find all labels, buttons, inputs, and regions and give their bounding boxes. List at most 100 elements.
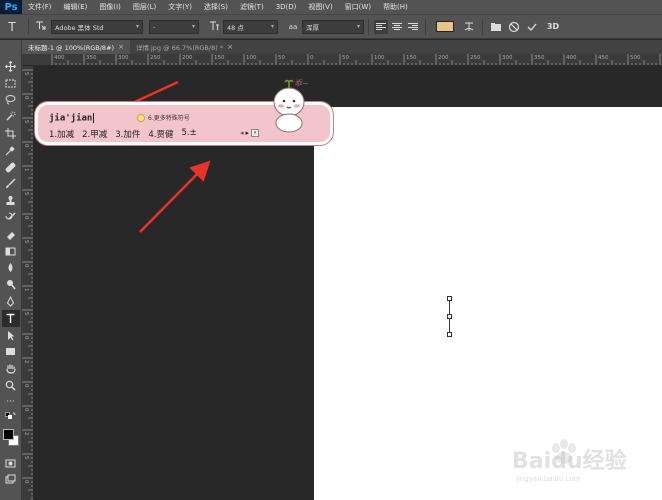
warp-text-icon[interactable]	[462, 20, 476, 34]
foreground-color-swatch[interactable]	[2, 428, 14, 440]
quick-mask-icon[interactable]	[2, 455, 20, 472]
ruler-label: 5	[23, 192, 29, 196]
antialias-select[interactable]: 浑厚 ▾	[302, 19, 364, 34]
text-orientation-icon[interactable]	[33, 20, 47, 34]
ruler-label: 0	[23, 384, 29, 388]
default-colors-icon[interactable]	[2, 411, 20, 423]
ruler-label: 1	[23, 288, 29, 292]
ruler-label: 150	[214, 55, 225, 61]
prev-page-icon[interactable]: ◂	[240, 129, 244, 137]
dodge-tool-icon[interactable]	[2, 276, 20, 293]
horizontal-ruler: 400 350 300 250 200 150 100 50 0 50 100 150 200 250 30…	[22, 54, 662, 66]
clone-stamp-tool-icon[interactable]	[2, 192, 20, 209]
ruler-label: 100	[374, 55, 385, 61]
watermark-text: Baidu经验	[512, 449, 627, 474]
type-tool-preset-icon[interactable]: T	[0, 20, 24, 34]
marquee-tool-icon[interactable]	[2, 75, 20, 92]
menu-type[interactable]: 文字(Y)	[162, 2, 198, 12]
healing-brush-tool-icon[interactable]	[2, 159, 20, 176]
divider	[368, 18, 369, 35]
divider	[425, 18, 426, 35]
ime-candidate[interactable]: 2.甲减	[82, 128, 107, 140]
mascot-text: 乖~	[294, 79, 309, 88]
menu-file[interactable]: 文件(F)	[22, 2, 58, 12]
ruler-label: 0	[23, 264, 29, 268]
font-family-value: Adobe 黑体 Std	[55, 23, 104, 32]
menu-help[interactable]: 帮助(H)	[377, 2, 414, 12]
ruler-label: 50	[342, 55, 349, 61]
ruler-label: 200	[438, 55, 449, 61]
blur-tool-icon[interactable]	[2, 260, 20, 277]
menu-view[interactable]: 视图(V)	[302, 2, 338, 12]
3d-icon[interactable]: 3D	[543, 20, 563, 34]
expand-candidates-icon[interactable]: ▾	[251, 129, 260, 137]
ruler-label: 0	[23, 408, 29, 412]
align-right-button[interactable]	[406, 20, 420, 34]
align-center-button[interactable]	[390, 20, 404, 34]
type-tool-icon[interactable]	[1, 309, 20, 327]
brush-tool-icon[interactable]	[2, 176, 20, 193]
ruler-label: 0	[23, 216, 29, 220]
font-family-select[interactable]: Adobe 黑体 Std ▾	[51, 19, 143, 34]
menu-layer[interactable]: 图层(L)	[127, 2, 162, 12]
ime-candidate[interactable]: 3.加件	[115, 128, 140, 140]
text-insertion-cursor[interactable]	[447, 296, 453, 337]
font-style-select[interactable]: - ▾	[149, 19, 199, 34]
menu-filter[interactable]: 滤镜(T)	[234, 2, 270, 12]
ruler-label: 400	[566, 55, 577, 61]
gradient-tool-icon[interactable]	[2, 243, 20, 260]
handle-top[interactable]	[447, 296, 452, 301]
watermark-subtext: jingyan.baidu.com	[516, 475, 581, 483]
character-panel-icon[interactable]	[489, 20, 503, 34]
eyedropper-tool-icon[interactable]	[2, 142, 20, 159]
ruler-label: 450	[598, 55, 609, 61]
path-selection-tool-icon[interactable]	[2, 327, 20, 344]
ruler-label: 0	[23, 144, 29, 148]
crop-tool-icon[interactable]	[2, 125, 20, 142]
menu-edit[interactable]: 编辑(E)	[58, 2, 94, 12]
menu-window[interactable]: 窗口(W)	[339, 2, 377, 12]
menu-select[interactable]: 选择(S)	[198, 2, 234, 12]
ime-candidate[interactable]: 1.加减	[49, 128, 74, 140]
close-icon[interactable]: ×	[118, 43, 124, 51]
vertical-ruler: 5 0 5 0 1 5 0 5 0 1 5 0 2 0 0 2 5 0	[22, 66, 34, 500]
close-icon[interactable]: ×	[227, 43, 233, 51]
menu-image[interactable]: 图像(I)	[93, 2, 127, 12]
ime-candidate[interactable]: 4.贾健	[148, 128, 173, 140]
text-color-swatch[interactable]	[436, 21, 454, 32]
ime-candidate[interactable]: 5.±	[182, 128, 197, 140]
font-size-select[interactable]: 48 点 ▾	[223, 19, 278, 34]
more-tools-icon[interactable]: ···	[2, 394, 20, 411]
ruler-label: 50	[278, 55, 285, 61]
move-tool-icon[interactable]	[2, 58, 20, 75]
lasso-tool-icon[interactable]	[2, 92, 20, 109]
pen-tool-icon[interactable]	[2, 293, 20, 310]
color-swatches[interactable]	[2, 427, 20, 451]
tools-panel: ···	[0, 40, 22, 500]
tab-label: 未标题-1 @ 100%(RGB/8#)	[28, 44, 115, 52]
ruler-label: 5	[23, 240, 29, 244]
handle-middle[interactable]	[447, 314, 452, 319]
ruler-label: 100	[246, 55, 257, 61]
font-style-value: -	[153, 22, 156, 31]
eraser-tool-icon[interactable]	[2, 226, 20, 243]
ruler-label: 200	[182, 55, 193, 61]
hand-tool-icon[interactable]	[2, 360, 20, 377]
cancel-icon[interactable]	[507, 20, 521, 34]
tab-details-jpg[interactable]: 详情.jpg @ 66.7%(RGB/8) * ×	[129, 40, 239, 54]
ime-hint[interactable]: 6.更多特殊符号	[137, 113, 190, 122]
history-brush-tool-icon[interactable]	[2, 209, 20, 226]
zoom-tool-icon[interactable]	[2, 377, 20, 394]
rectangle-tool-icon[interactable]	[2, 344, 20, 361]
screen-mode-icon[interactable]	[2, 472, 20, 489]
quick-select-tool-icon[interactable]	[2, 108, 20, 125]
ime-page-nav: ◂ ▸ ▾	[240, 129, 260, 137]
commit-check-icon[interactable]	[525, 20, 539, 34]
handle-bottom[interactable]	[447, 332, 452, 337]
ruler-label: 250	[150, 55, 161, 61]
menu-3d[interactable]: 3D(D)	[270, 3, 303, 11]
ruler-label: 1	[23, 168, 29, 172]
tab-untitled-1[interactable]: 未标题-1 @ 100%(RGB/8#) ×	[22, 40, 130, 54]
next-page-icon[interactable]: ▸	[246, 129, 250, 137]
align-left-button[interactable]	[374, 19, 388, 34]
